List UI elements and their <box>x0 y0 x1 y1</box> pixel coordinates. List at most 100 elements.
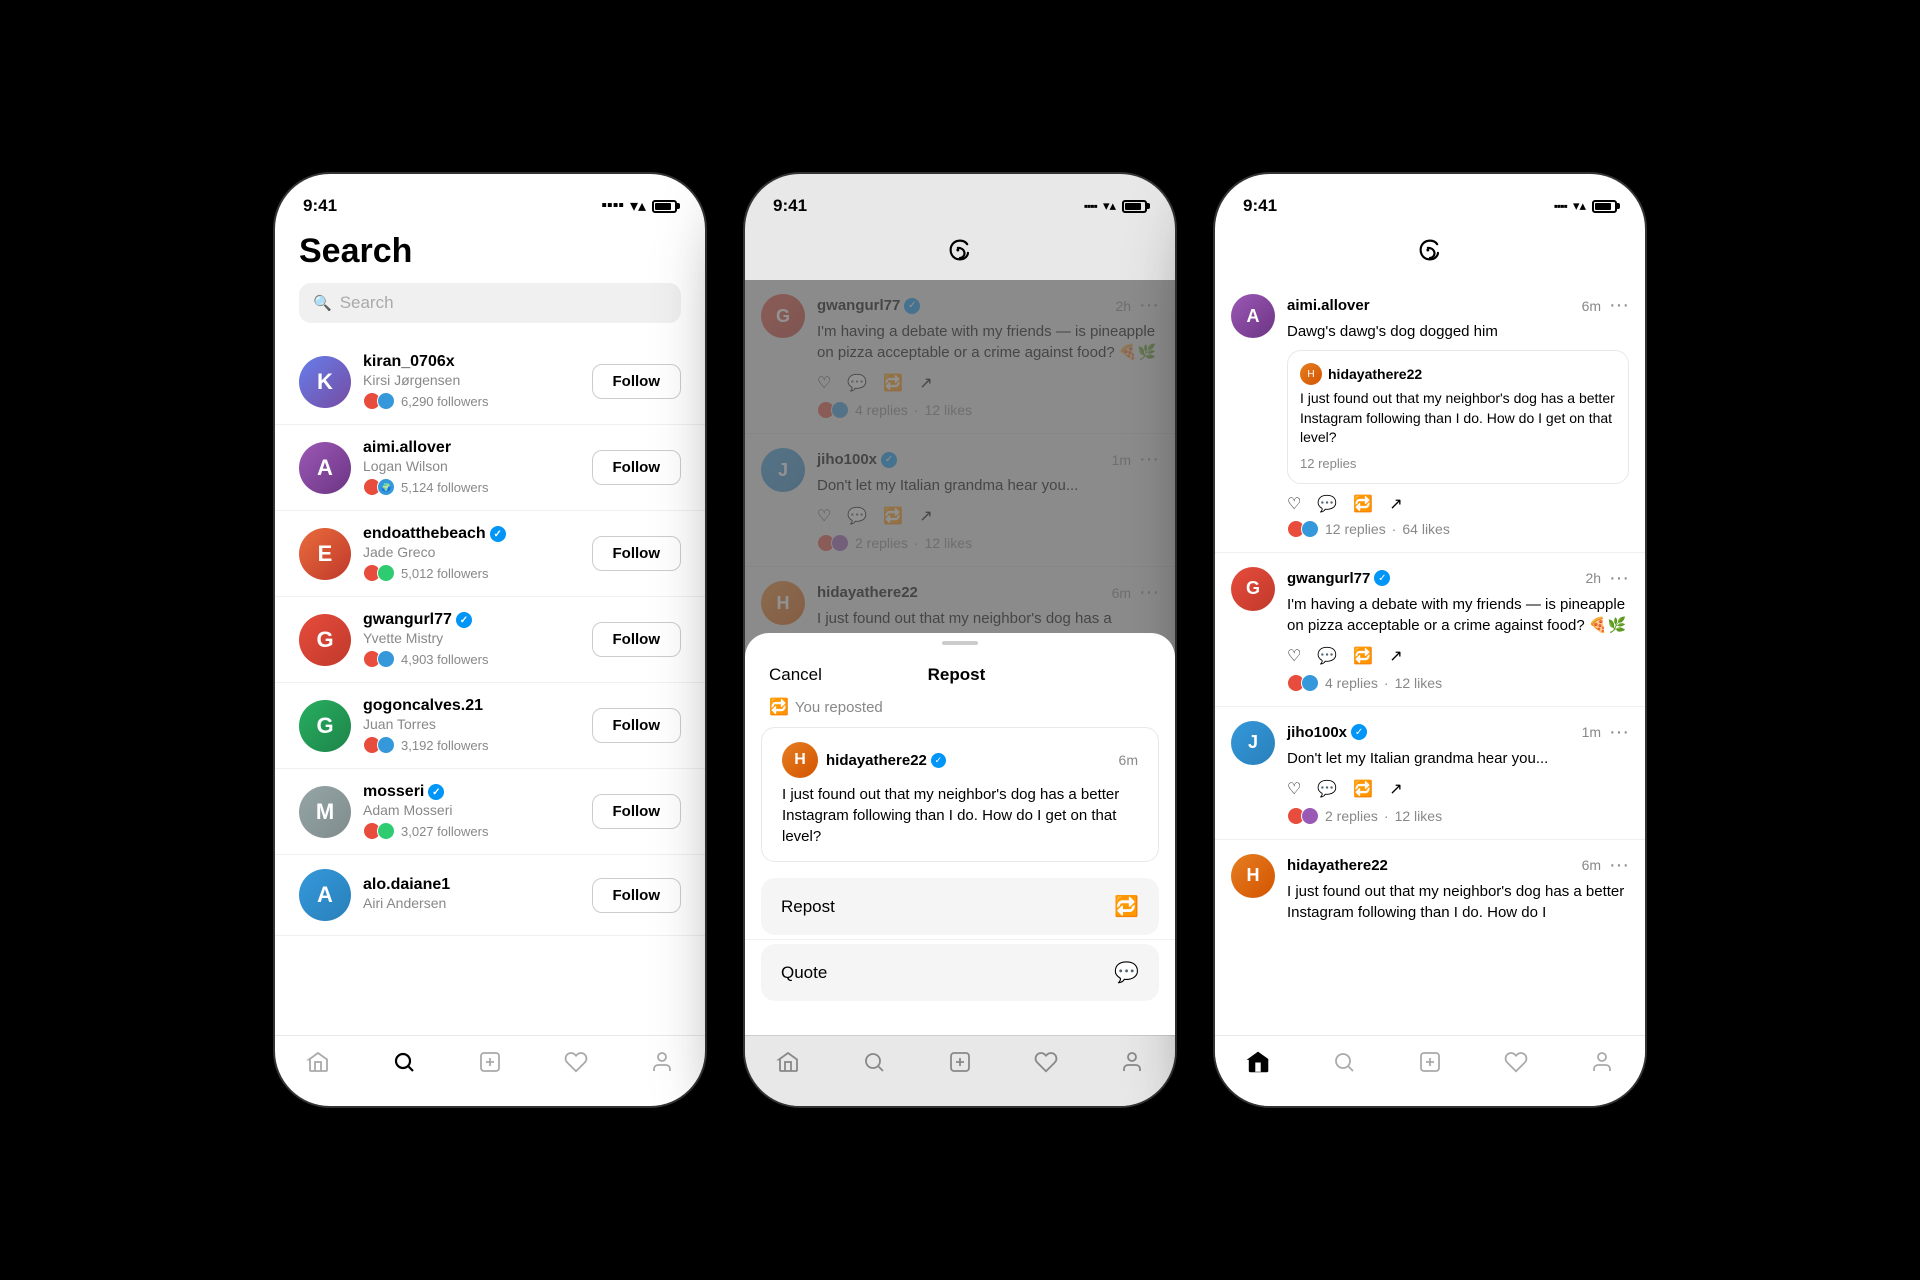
post-body: gwangurl77 ✓ 2h ··· I'm having a debate … <box>1287 567 1629 692</box>
post-item: A aimi.allover 6m ··· Dawg's dawg's dog … <box>1215 280 1645 553</box>
quoted-header: H hidayathere22 <box>1300 363 1616 385</box>
like-icon[interactable]: ♡ <box>1287 779 1301 799</box>
search-bar[interactable]: 🔍 Search <box>299 283 681 323</box>
real-name: Jade Greco <box>363 544 580 560</box>
more-icon[interactable]: ··· <box>1609 854 1629 877</box>
follow-button[interactable]: Follow <box>592 536 682 571</box>
user-info: alo.daiane1 Airi Andersen <box>363 876 580 915</box>
real-name: Airi Andersen <box>363 895 580 911</box>
nav-search[interactable] <box>1330 1048 1358 1076</box>
list-item: A aimi.allover Logan Wilson 🌍 <box>275 425 705 511</box>
post-username: gwangurl77 ✓ <box>1287 570 1390 587</box>
followers-count: 5,124 followers <box>401 480 488 495</box>
quoted-text: I just found out that my neighbor's dog … <box>1300 389 1616 448</box>
phone-left-content: Search 🔍 Search K kiran_0706x <box>275 224 705 1106</box>
followers-wrap: 3,192 followers <box>363 736 580 754</box>
modal-overlay[interactable]: Cancel Repost 🔁 You reposted H <box>745 280 1175 1035</box>
more-icon[interactable]: ··· <box>1609 294 1629 317</box>
comment-icon[interactable]: 💬 <box>1317 779 1337 799</box>
real-name: Kirsi Jørgensen <box>363 372 580 388</box>
mini-avatar <box>377 822 395 840</box>
list-item: K kiran_0706x Kirsi Jørgensen <box>275 339 705 425</box>
battery-icon <box>652 200 677 213</box>
post-avatar: J <box>1231 721 1275 765</box>
verified-badge: ✓ <box>456 612 472 628</box>
modal-post-meta: 6m <box>1119 752 1138 768</box>
nav-heart[interactable] <box>1502 1048 1530 1076</box>
follow-button[interactable]: Follow <box>592 794 682 829</box>
comment-icon[interactable]: 💬 <box>1317 646 1337 666</box>
post-text: Dawg's dawg's dog dogged him <box>1287 321 1629 342</box>
nav-home[interactable] <box>304 1048 332 1076</box>
signal-icon: ▪▪▪▪ <box>601 197 624 215</box>
list-item: A alo.daiane1 Airi Andersen Follow <box>275 855 705 936</box>
quoted-username: hidayathere22 <box>1328 366 1422 382</box>
feed-mid: G gwangurl77 ✓ 2h ··· I'm h <box>745 280 1175 1035</box>
wifi-icon: ▾▴ <box>630 196 646 216</box>
search-title: Search <box>275 224 705 283</box>
status-time-mid: 9:41 <box>773 196 807 216</box>
post-body: hidayathere22 6m ··· I just found out th… <box>1287 854 1629 923</box>
avatar: K <box>299 356 351 408</box>
follow-button[interactable]: Follow <box>592 622 682 657</box>
mini-avatar <box>377 736 395 754</box>
followers-wrap: 3,027 followers <box>363 822 580 840</box>
like-icon[interactable]: ♡ <box>1287 646 1301 666</box>
repost-button[interactable]: Repost 🔁 <box>761 878 1159 935</box>
wifi-icon: ▾▴ <box>1573 198 1586 214</box>
share-icon[interactable]: ↗ <box>1389 779 1402 799</box>
mini-avatars <box>363 822 391 840</box>
more-icon[interactable]: ··· <box>1609 567 1629 590</box>
nav-search[interactable] <box>390 1048 418 1076</box>
wifi-icon: ▾▴ <box>1103 198 1116 214</box>
follow-button[interactable]: Follow <box>592 878 682 913</box>
repost-icon[interactable]: 🔁 <box>1353 779 1373 799</box>
nav-compose[interactable] <box>1416 1048 1444 1076</box>
comment-icon[interactable]: 💬 <box>1317 494 1337 514</box>
share-icon[interactable]: ↗ <box>1389 646 1402 666</box>
search-icon: 🔍 <box>313 294 332 312</box>
search-input-wrap: 🔍 Search <box>275 283 705 339</box>
nav-profile[interactable] <box>1588 1048 1616 1076</box>
real-name: Logan Wilson <box>363 458 580 474</box>
follow-button[interactable]: Follow <box>592 708 682 743</box>
mini-avatars: 🌍 <box>363 478 391 496</box>
modal-post-username-wrap: hidayathere22 ✓ <box>826 752 946 769</box>
post-header-right: 6m ··· <box>1582 294 1629 317</box>
repost-icon[interactable]: 🔁 <box>1353 494 1373 514</box>
share-icon[interactable]: ↗ <box>1389 494 1402 514</box>
like-icon[interactable]: ♡ <box>1287 494 1301 514</box>
real-name: Juan Torres <box>363 716 580 732</box>
status-bar-right: 9:41 ▪▪▪▪ ▾▴ <box>1215 174 1645 224</box>
cancel-button[interactable]: Cancel <box>769 665 822 685</box>
nav-home[interactable] <box>1244 1048 1272 1076</box>
post-avatar: H <box>1231 854 1275 898</box>
post-actions: ♡ 💬 🔁 ↗ <box>1287 494 1629 514</box>
username: aimi.allover <box>363 439 580 457</box>
nav-search[interactable] <box>860 1048 888 1076</box>
follow-button[interactable]: Follow <box>592 450 682 485</box>
follow-button[interactable]: Follow <box>592 364 682 399</box>
nav-heart[interactable] <box>562 1048 590 1076</box>
post-text: Don't let my Italian grandma hear you... <box>1287 748 1629 769</box>
nav-profile[interactable] <box>1118 1048 1146 1076</box>
verified-badge: ✓ <box>490 526 506 542</box>
user-info: aimi.allover Logan Wilson 🌍 5,124 follow… <box>363 439 580 496</box>
reply-avatars <box>1287 807 1319 825</box>
nav-compose[interactable] <box>476 1048 504 1076</box>
mini-avatars <box>363 736 391 754</box>
post-item: H hidayathere22 6m ··· I just found out … <box>1215 840 1645 937</box>
nav-profile[interactable] <box>648 1048 676 1076</box>
nav-compose[interactable] <box>946 1048 974 1076</box>
battery-icon <box>1592 200 1617 213</box>
nav-home[interactable] <box>774 1048 802 1076</box>
post-meta: 4 replies · 12 likes <box>1287 674 1629 692</box>
followers-count: 6,290 followers <box>401 394 488 409</box>
quoted-avatar: H <box>1300 363 1322 385</box>
more-icon[interactable]: ··· <box>1609 721 1629 744</box>
quote-button[interactable]: Quote 💬 <box>761 944 1159 1001</box>
user-info: gwangurl77 ✓ Yvette Mistry 4,903 followe… <box>363 611 580 668</box>
nav-heart[interactable] <box>1032 1048 1060 1076</box>
modal-post-preview-header: H hidayathere22 ✓ 6m <box>782 742 1138 778</box>
repost-icon[interactable]: 🔁 <box>1353 646 1373 666</box>
